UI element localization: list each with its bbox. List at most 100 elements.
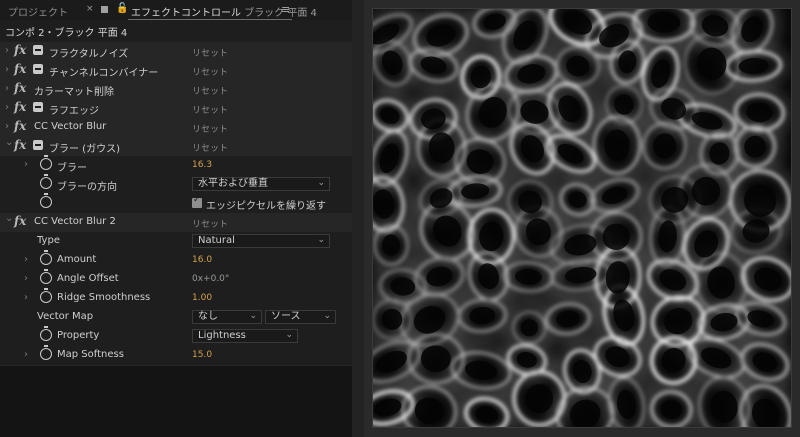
repeat-edge-checkbox[interactable] [192,195,202,208]
property-row-map-softness: › Map Softness 15.0 [0,345,352,365]
chevron-down-icon: ⌄ [323,311,331,321]
reset-link[interactable]: リセット [192,84,228,97]
effect-name: フラクタルノイズ [49,49,129,60]
stopwatch-icon[interactable] [40,345,52,360]
reset-link[interactable]: リセット [192,65,228,78]
type-dropdown[interactable]: Natural ⌄ [192,234,330,248]
vector-map-source-dropdown[interactable]: ソース ⌄ [265,310,336,324]
property-row-amount: › Amount 16.0 [0,250,352,270]
property-row-vector-map: Vector Map なし ⌄ ソース ⌄ [0,308,352,327]
property-row-angle-offset: › Angle Offset 0x+0.0° [0,269,352,289]
effect-name: CC Vector Blur [34,121,107,132]
expand-arrow-icon[interactable]: › [5,45,9,56]
stopwatch-icon[interactable] [40,250,52,265]
reset-link[interactable]: リセット [192,141,228,154]
reset-link[interactable]: リセット [192,217,228,230]
tab-project[interactable]: プロジェクト [8,4,68,19]
effect-name: カラーマット削除 [34,87,114,98]
fx-toggle-icon[interactable]: fx [14,138,26,152]
effect-row-channel-combiner[interactable]: › fx チャンネルコンバイナー リセット [0,61,352,80]
ridge-smoothness-value[interactable]: 1.00 [192,293,212,303]
effect-row-cc-vector-blur-2[interactable]: ⌄ fx CC Vector Blur 2 リセット [0,213,352,232]
property-label: ブラーの方向 [57,182,117,193]
property-label: ブラー [57,163,87,174]
effect-name: ブラー (ガウス) [49,144,120,155]
chevron-down-icon: ⌄ [285,330,293,340]
amount-value[interactable]: 16.0 [192,255,212,265]
fx-toggle-icon[interactable]: fx [14,62,26,76]
vector-blur-render-image [373,9,791,427]
property-label: Map Softness [57,349,124,360]
checkbox-label: エッジピクセルを繰り返す [206,201,326,212]
effect-name: チャンネルコンバイナー [49,68,159,79]
property-row-repeat-edge: エッジピクセルを繰り返す [0,193,352,213]
property-label: Vector Map [37,311,94,322]
chevron-down-icon: ⌄ [249,311,257,321]
collapse-arrow-icon[interactable]: ⌄ [5,213,13,224]
effect-controls-panel: プロジェクト × 🔓 エフェクトコントロール ブラック 平面 4 ≡ コンポ 2… [0,0,352,437]
property-row-blurriness: › ブラー 16.3 [0,155,352,175]
effect-row-color-matte-removal[interactable]: › fx カラーマット削除 リセット [0,80,352,99]
effect-row-rough-edges[interactable]: › fx ラフエッジ リセット [0,99,352,118]
blurriness-value[interactable]: 16.3 [192,160,212,170]
fx-toggle-icon[interactable]: fx [14,100,26,114]
expand-arrow-icon[interactable]: › [5,83,9,94]
expand-arrow-icon[interactable]: › [5,102,9,113]
chevron-down-icon: ⌄ [317,178,325,188]
expand-arrow-icon[interactable]: › [24,349,28,360]
panel-square-icon [101,6,108,13]
panel-menu-icon[interactable]: ≡ [281,3,290,16]
property-row-type: Type Natural ⌄ [0,232,352,251]
expand-arrow-icon[interactable]: › [5,121,9,132]
chevron-down-icon: ⌄ [317,235,325,245]
stopwatch-icon[interactable] [40,269,52,284]
expand-arrow-icon[interactable]: › [24,159,28,170]
effect-badge-icon [33,64,43,74]
vector-map-layer-dropdown[interactable]: なし ⌄ [192,310,262,324]
stopwatch-icon[interactable] [40,288,52,303]
expand-arrow-icon[interactable]: › [24,254,28,265]
effect-row-cc-vector-blur[interactable]: › fx CC Vector Blur リセット [0,118,352,137]
dropdown-value: ソース [271,311,301,322]
property-label: Type [37,235,60,246]
fx-toggle-icon[interactable]: fx [14,81,26,95]
effect-row-gaussian-blur[interactable]: ⌄ fx ブラー (ガウス) リセット [0,137,352,156]
lock-icon[interactable]: 🔓 [116,3,128,14]
active-tab-indicator [128,19,292,20]
dropdown-value: Natural [198,235,235,246]
stopwatch-icon[interactable] [40,155,52,170]
property-row-property: Property Lightness ⌄ [0,326,352,346]
angle-offset-value[interactable]: 0x+0.0° [192,274,229,284]
effect-name: ラフエッジ [49,106,99,117]
expand-arrow-icon[interactable]: › [24,292,28,303]
dropdown-value: Lightness [198,330,246,341]
expand-arrow-icon[interactable]: › [24,273,28,284]
property-label: Amount [57,254,97,265]
tab-effect-controls-label: エフェクトコントロール [131,8,241,19]
fx-toggle-icon[interactable]: fx [14,214,26,228]
fx-toggle-icon[interactable]: fx [14,119,26,133]
reset-link[interactable]: リセット [192,122,228,135]
blur-direction-dropdown[interactable]: 水平および垂直 ⌄ [192,177,330,191]
panel-empty-area [0,366,352,437]
expand-arrow-icon[interactable]: › [5,64,9,75]
collapse-arrow-icon[interactable]: ⌄ [5,137,13,148]
composition-viewer [364,0,800,437]
effects-list: › fx フラクタルノイズ リセット › fx チャンネルコンバイナー リセット… [0,42,352,366]
stopwatch-icon[interactable] [40,174,52,189]
effect-row-fractal-noise[interactable]: › fx フラクタルノイズ リセット [0,42,352,61]
close-tab-icon[interactable]: × [86,4,94,14]
property-row-ridge-smoothness: › Ridge Smoothness 1.00 [0,288,352,308]
panel-tab-bar: プロジェクト × 🔓 エフェクトコントロール ブラック 平面 4 ≡ [0,0,352,20]
property-dropdown[interactable]: Lightness ⌄ [192,329,298,343]
reset-link[interactable]: リセット [192,46,228,59]
reset-link[interactable]: リセット [192,103,228,116]
property-row-blur-direction: ブラーの方向 水平および垂直 ⌄ [0,174,352,194]
fx-toggle-icon[interactable]: fx [14,43,26,57]
render-preview[interactable] [372,8,792,428]
map-softness-value[interactable]: 15.0 [192,350,212,360]
property-label: Ridge Smoothness [57,292,151,303]
stopwatch-icon[interactable] [40,193,52,208]
effect-badge-icon [33,102,43,112]
stopwatch-icon[interactable] [40,326,52,341]
